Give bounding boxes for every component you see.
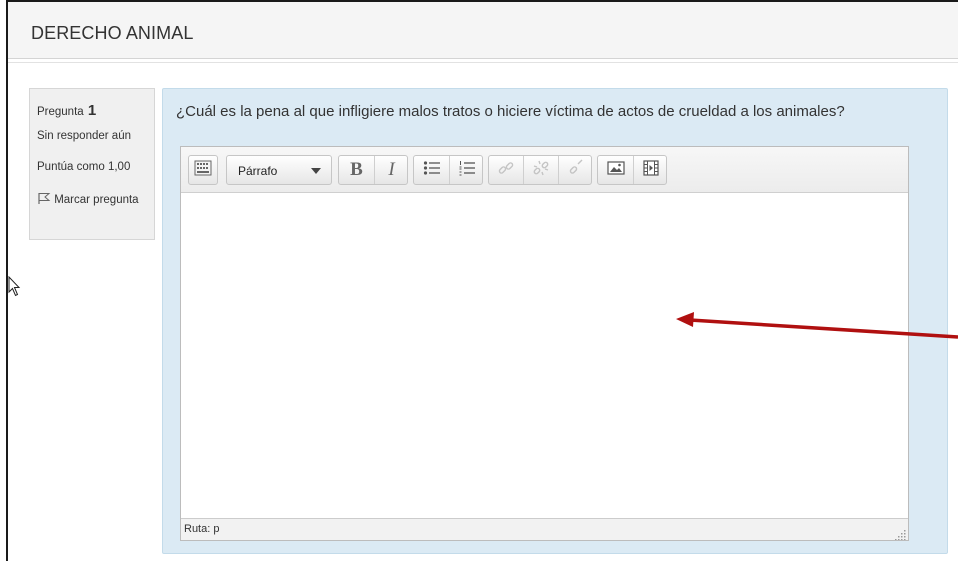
- link-group: [488, 155, 592, 185]
- course-title: DERECHO ANIMAL: [31, 23, 194, 43]
- text-style-group: B I: [338, 155, 408, 185]
- question-number-value: 1: [87, 102, 97, 119]
- insert-media-button[interactable]: [634, 156, 667, 184]
- editor-content-area[interactable]: [181, 193, 908, 519]
- keyboard-toggle-icon: [194, 160, 212, 181]
- numbered-list-button[interactable]: [450, 156, 483, 184]
- question-grade: Puntúa como 1,00: [37, 161, 131, 173]
- bullet-list-button[interactable]: [414, 156, 449, 184]
- link-button[interactable]: [489, 156, 523, 184]
- unlink-icon: [532, 159, 550, 182]
- flag-icon: [37, 193, 54, 206]
- link-icon: [497, 159, 515, 182]
- mouse-pointer-icon: [8, 275, 21, 303]
- anchor-button[interactable]: [559, 156, 592, 184]
- question-content-panel: ¿Cuál es la pena al que infligiere malos…: [162, 88, 948, 554]
- format-select-value: Párrafo: [238, 164, 278, 178]
- media-icon: [642, 159, 659, 181]
- question-number-label: Pregunta: [37, 106, 84, 118]
- italic-button[interactable]: I: [375, 156, 408, 184]
- unlink-button[interactable]: [524, 156, 558, 184]
- question-number: Pregunta 1: [37, 102, 96, 119]
- flag-label: Marcar pregunta: [54, 194, 139, 206]
- resize-handle-icon[interactable]: [895, 527, 906, 540]
- numbered-list-icon: [458, 160, 476, 181]
- question-info-panel: Pregunta 1 Sin responder aún Puntúa como…: [29, 88, 155, 240]
- element-path: Ruta: p: [184, 523, 220, 535]
- list-group: [413, 155, 483, 185]
- insert-image-button[interactable]: [598, 156, 633, 184]
- editor-statusbar: Ruta: p: [181, 518, 908, 540]
- course-header: DERECHO ANIMAL: [8, 2, 958, 59]
- header-divider: [8, 62, 958, 63]
- bullet-list-icon: [423, 160, 441, 181]
- bold-icon: B: [350, 159, 363, 180]
- editor-toolbar: Párrafo B I: [181, 147, 908, 193]
- paragraph-format-select[interactable]: Párrafo: [226, 155, 332, 185]
- question-text: ¿Cuál es la pena al que infligiere malos…: [176, 103, 845, 120]
- toolbar-toggle-button[interactable]: [188, 155, 218, 185]
- italic-icon: I: [388, 159, 395, 180]
- answer-editor: Párrafo B I Ruta: p: [180, 146, 909, 541]
- bold-button[interactable]: B: [339, 156, 374, 184]
- chevron-down-icon: [311, 168, 321, 174]
- flag-question-link[interactable]: Marcar pregunta: [37, 192, 147, 209]
- question-state: Sin responder aún: [37, 130, 131, 142]
- media-group: [597, 155, 667, 185]
- anchor-icon: [567, 159, 585, 182]
- image-icon: [606, 160, 625, 181]
